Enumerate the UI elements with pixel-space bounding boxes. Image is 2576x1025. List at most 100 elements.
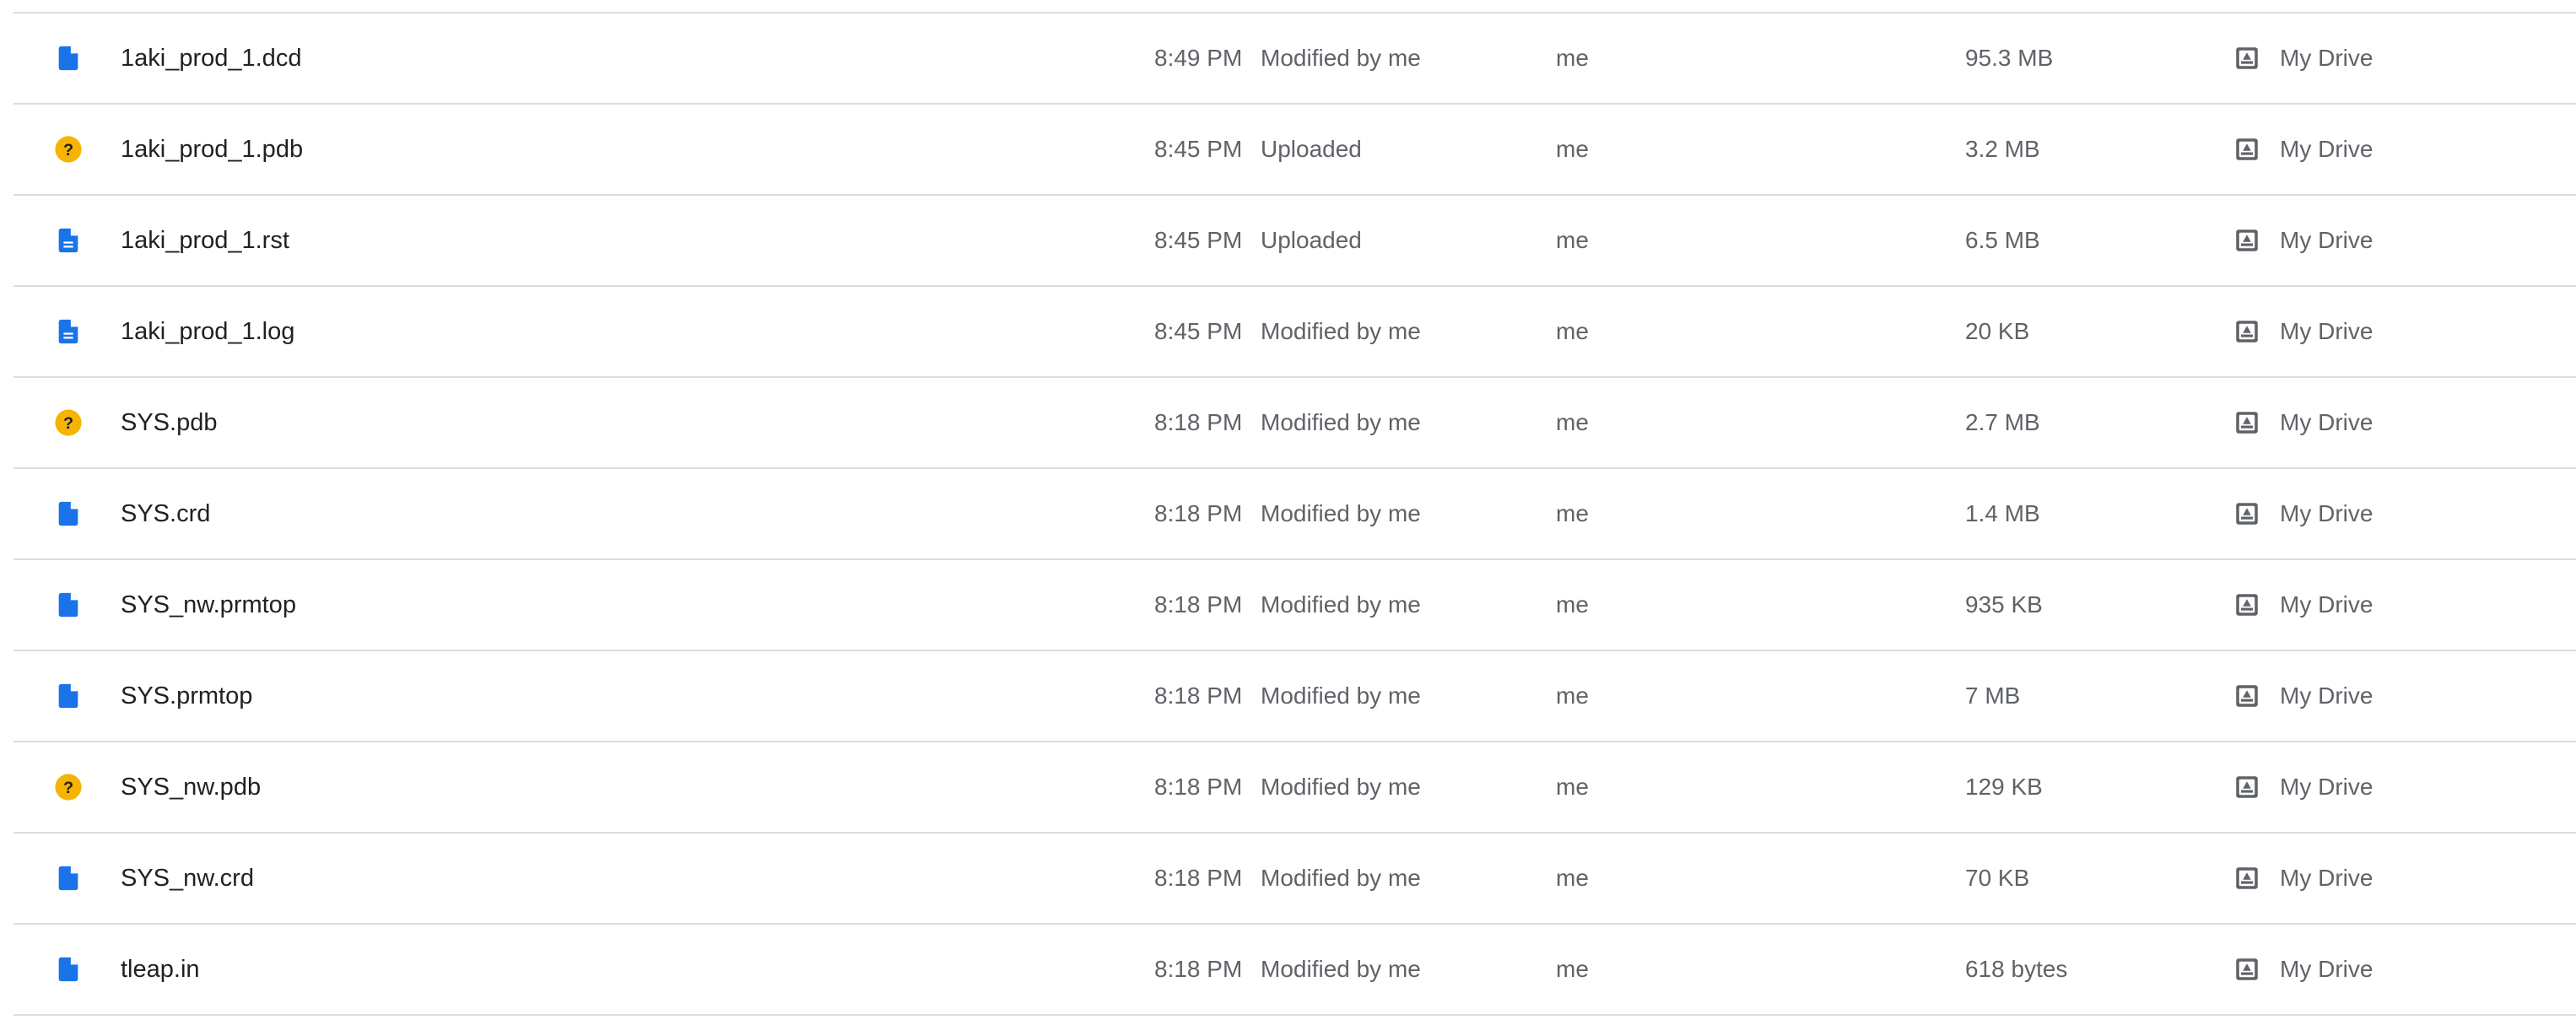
my-drive-icon — [2233, 499, 2261, 528]
location-link[interactable]: My Drive — [2280, 13, 2373, 103]
activity-label: Modified by me — [1261, 774, 1421, 800]
generic-file-icon — [54, 499, 83, 528]
my-drive-icon — [2233, 226, 2261, 255]
activity-label: Modified by me — [1261, 956, 1421, 982]
file-row[interactable]: ? SYS_nw.pdb 8:18 PM Modified by me me 1… — [14, 742, 2576, 833]
activity-label: Modified by me — [1261, 591, 1421, 618]
file-name[interactable]: 1aki_prod_1.dcd — [121, 13, 301, 103]
location-link[interactable]: My Drive — [2280, 833, 2373, 923]
owner: me — [1556, 409, 1589, 435]
file-name[interactable]: SYS_nw.crd — [121, 833, 254, 923]
file-row[interactable]: ? 1aki_prod_1.pdb 8:45 PM Uploaded me 3.… — [14, 105, 2576, 196]
file-name[interactable]: SYS.prmtop — [121, 651, 252, 741]
owner: me — [1556, 774, 1589, 800]
activity-label: Modified by me — [1261, 865, 1421, 891]
activity-label: Modified by me — [1261, 682, 1421, 709]
location-link[interactable]: My Drive — [2280, 742, 2373, 832]
location-link[interactable]: My Drive — [2280, 925, 2373, 1014]
my-drive-icon — [2233, 408, 2261, 437]
my-drive-icon — [2233, 317, 2261, 346]
file-size: 129 KB — [1965, 774, 2043, 800]
modified-time: 8:18 PM — [1154, 409, 1243, 435]
modified-time: 8:45 PM — [1154, 136, 1243, 162]
generic-file-icon — [54, 591, 83, 619]
file-size: 2.7 MB — [1965, 409, 2040, 435]
file-size: 20 KB — [1965, 318, 2030, 344]
text-file-icon — [54, 226, 83, 255]
my-drive-icon — [2233, 864, 2261, 893]
owner: me — [1556, 865, 1589, 891]
file-row[interactable]: 1aki_prod_1.log 8:45 PM Modified by me m… — [14, 287, 2576, 378]
unknown-file-icon: ? — [54, 408, 83, 437]
file-row[interactable]: 1aki_prod_1.dcd 8:49 PM Modified by me m… — [14, 13, 2576, 105]
file-size: 95.3 MB — [1965, 45, 2054, 71]
file-row[interactable]: SYS.prmtop 8:18 PM Modified by me me 7 M… — [14, 651, 2576, 742]
unknown-file-icon: ? — [54, 135, 83, 164]
file-name[interactable]: 1aki_prod_1.pdb — [121, 105, 303, 194]
activity-label: Uploaded — [1261, 136, 1362, 162]
activity-label: Uploaded — [1261, 227, 1362, 253]
generic-file-icon — [54, 44, 83, 73]
file-name[interactable]: SYS.crd — [121, 469, 210, 558]
file-size: 935 KB — [1965, 591, 2043, 618]
file-row[interactable]: SYS_nw.crd 8:18 PM Modified by me me 70 … — [14, 833, 2576, 925]
my-drive-icon — [2233, 135, 2261, 164]
file-name[interactable]: SYS.pdb — [121, 378, 217, 467]
location-link[interactable]: My Drive — [2280, 560, 2373, 650]
modified-time: 8:18 PM — [1154, 500, 1243, 526]
file-size: 1.4 MB — [1965, 500, 2040, 526]
location-link[interactable]: My Drive — [2280, 378, 2373, 467]
file-size: 70 KB — [1965, 865, 2030, 891]
modified-time: 8:49 PM — [1154, 45, 1243, 71]
modified-time: 8:18 PM — [1154, 774, 1243, 800]
file-size: 6.5 MB — [1965, 227, 2040, 253]
file-name[interactable]: 1aki_prod_1.rst — [121, 196, 289, 285]
generic-file-icon — [54, 955, 83, 984]
file-size: 618 bytes — [1965, 956, 2068, 982]
my-drive-icon — [2233, 591, 2261, 619]
svg-text:?: ? — [63, 779, 73, 797]
generic-file-icon — [54, 864, 83, 893]
modified-time: 8:45 PM — [1154, 318, 1243, 344]
modified-time: 8:18 PM — [1154, 682, 1243, 709]
file-row[interactable]: ? SYS.pdb 8:18 PM Modified by me me 2.7 … — [14, 378, 2576, 469]
my-drive-icon — [2233, 955, 2261, 984]
modified-time: 8:18 PM — [1154, 956, 1243, 982]
my-drive-icon — [2233, 44, 2261, 73]
file-name[interactable]: 1aki_prod_1.log — [121, 287, 294, 376]
file-name[interactable]: tleap.in — [121, 925, 200, 1014]
file-list: 1aki_prod_1.dcd 8:49 PM Modified by me m… — [14, 12, 2576, 1016]
my-drive-icon — [2233, 682, 2261, 710]
modified-time: 8:45 PM — [1154, 227, 1243, 253]
location-link[interactable]: My Drive — [2280, 651, 2373, 741]
owner: me — [1556, 956, 1589, 982]
file-size: 3.2 MB — [1965, 136, 2040, 162]
owner: me — [1556, 682, 1589, 709]
svg-text:?: ? — [63, 141, 73, 159]
location-link[interactable]: My Drive — [2280, 105, 2373, 194]
file-size: 7 MB — [1965, 682, 2021, 709]
owner: me — [1556, 500, 1589, 526]
file-row[interactable]: SYS_nw.prmtop 8:18 PM Modified by me me … — [14, 560, 2576, 651]
file-name[interactable]: SYS_nw.pdb — [121, 742, 261, 832]
owner: me — [1556, 45, 1589, 71]
activity-label: Modified by me — [1261, 500, 1421, 526]
file-name[interactable]: SYS_nw.prmtop — [121, 560, 296, 650]
file-row[interactable]: 1aki_prod_1.rst 8:45 PM Uploaded me 6.5 … — [14, 196, 2576, 287]
location-link[interactable]: My Drive — [2280, 287, 2373, 376]
location-link[interactable]: My Drive — [2280, 469, 2373, 558]
modified-time: 8:18 PM — [1154, 865, 1243, 891]
location-link[interactable]: My Drive — [2280, 196, 2373, 285]
file-row[interactable]: SYS.crd 8:18 PM Modified by me me 1.4 MB… — [14, 469, 2576, 560]
owner: me — [1556, 227, 1589, 253]
unknown-file-icon: ? — [54, 773, 83, 801]
svg-text:?: ? — [63, 414, 73, 433]
owner: me — [1556, 591, 1589, 618]
text-file-icon — [54, 317, 83, 346]
owner: me — [1556, 318, 1589, 344]
generic-file-icon — [54, 682, 83, 710]
file-row[interactable]: tleap.in 8:18 PM Modified by me me 618 b… — [14, 925, 2576, 1016]
activity-label: Modified by me — [1261, 318, 1421, 344]
my-drive-icon — [2233, 773, 2261, 801]
modified-time: 8:18 PM — [1154, 591, 1243, 618]
